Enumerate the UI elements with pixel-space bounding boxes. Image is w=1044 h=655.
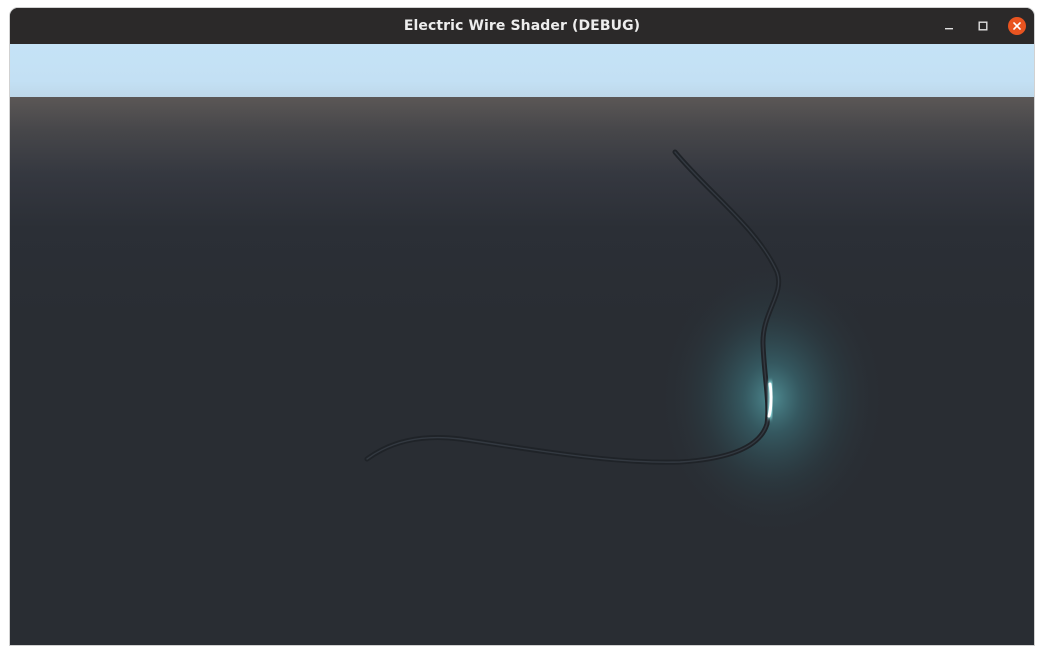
title-bar[interactable]: Electric Wire Shader (DEBUG) — [10, 8, 1034, 44]
close-button[interactable] — [1000, 8, 1034, 44]
maximize-button[interactable] — [966, 8, 1000, 44]
scene-render — [364, 149, 887, 538]
minimize-button[interactable] — [932, 8, 966, 44]
3d-viewport[interactable] — [10, 44, 1034, 645]
window-title: Electric Wire Shader (DEBUG) — [403, 18, 641, 34]
maximize-icon — [978, 21, 988, 31]
window-controls — [932, 8, 1034, 44]
minimize-icon — [945, 28, 953, 30]
close-button-circle — [1008, 17, 1026, 35]
app-window: Electric Wire Shader (DEBUG) — [10, 8, 1034, 645]
close-icon — [1013, 22, 1021, 30]
